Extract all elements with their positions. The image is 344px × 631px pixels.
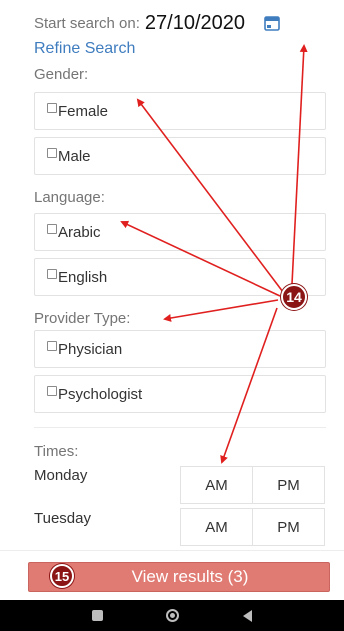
step-14-badge: 14	[281, 284, 307, 310]
checkbox-icon[interactable]	[47, 224, 57, 234]
option-label: Arabic	[58, 223, 101, 241]
back-icon[interactable]	[243, 609, 253, 622]
home-icon[interactable]	[166, 609, 180, 622]
step-15-badge: 15	[50, 564, 74, 588]
gender-option-male[interactable]: Male	[34, 137, 326, 175]
provider-type-label: Provider Type:	[34, 310, 131, 327]
tuesday-am-button[interactable]: AM	[180, 508, 253, 546]
language-label: Language:	[34, 189, 105, 206]
section-divider	[34, 427, 326, 428]
search-date-input[interactable]	[144, 11, 262, 35]
provider-option-psychologist[interactable]: Psychologist	[34, 375, 326, 413]
monday-pm-button[interactable]: PM	[252, 466, 325, 504]
option-label: Female	[58, 102, 109, 120]
option-label: English	[58, 268, 108, 286]
tuesday-pm-button[interactable]: PM	[252, 508, 325, 546]
option-label: Psychologist	[58, 385, 143, 403]
day-label-monday: Monday	[34, 467, 88, 484]
system-nav-bar	[0, 600, 344, 631]
checkbox-icon[interactable]	[47, 386, 57, 396]
footer-divider	[0, 550, 344, 551]
view-results-label: View results (3)	[131, 567, 249, 586]
calendar-icon[interactable]	[264, 15, 280, 31]
refine-search-link[interactable]: Refine Search	[34, 40, 135, 58]
recent-apps-icon[interactable]	[91, 610, 103, 621]
language-option-arabic[interactable]: Arabic	[34, 213, 326, 251]
checkbox-icon[interactable]	[47, 148, 57, 158]
search-date-label: Start search on:	[34, 14, 140, 32]
checkbox-icon[interactable]	[47, 269, 57, 279]
checkbox-icon[interactable]	[47, 103, 57, 113]
gender-option-female[interactable]: Female	[34, 92, 326, 130]
monday-am-button[interactable]: AM	[180, 466, 253, 504]
times-label: Times:	[34, 443, 79, 460]
option-label: Male	[58, 147, 91, 165]
search-date-row: Start search on:	[34, 8, 334, 38]
option-label: Physician	[58, 340, 123, 358]
gender-label: Gender:	[34, 66, 89, 83]
checkbox-icon[interactable]	[47, 341, 57, 351]
provider-option-physician[interactable]: Physician	[34, 330, 326, 368]
day-label-tuesday: Tuesday	[34, 510, 91, 527]
arrow-to-provider	[163, 299, 279, 322]
